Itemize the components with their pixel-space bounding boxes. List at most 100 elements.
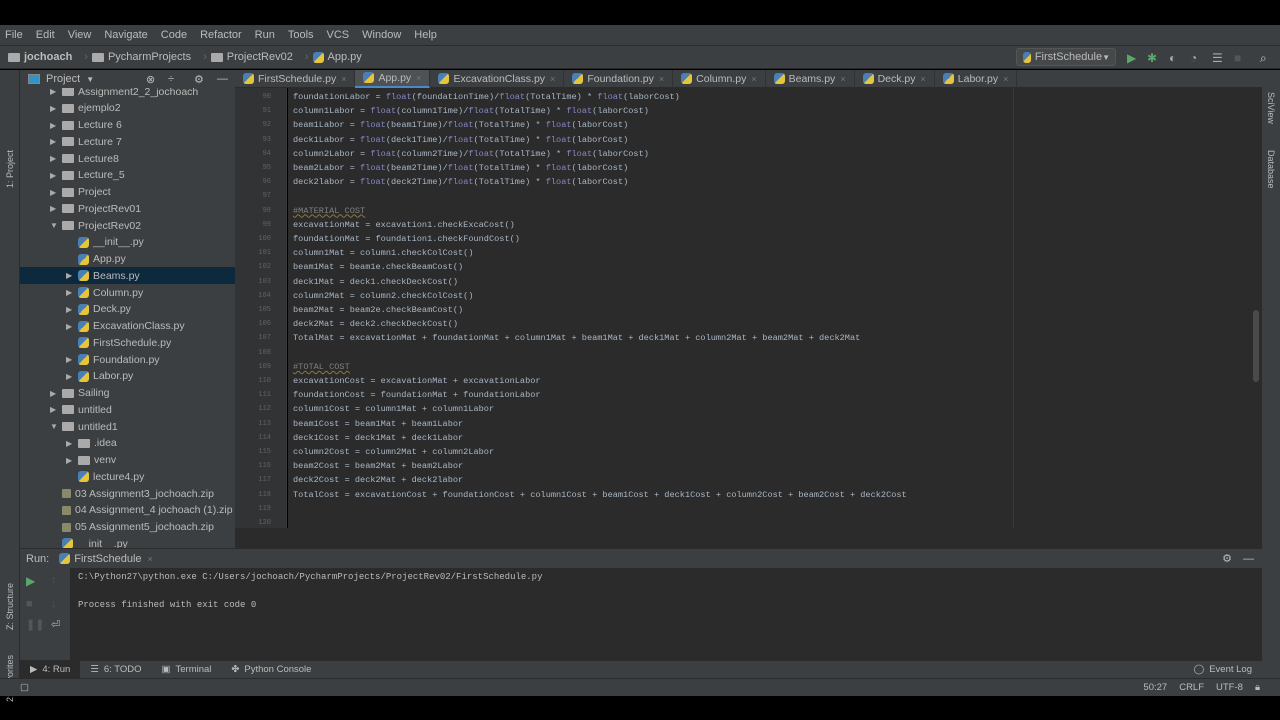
tree-item[interactable]: ▶ untitled [20, 401, 235, 418]
tree-item[interactable]: ▶ Column.py [20, 284, 235, 301]
close-icon[interactable]: × [840, 74, 845, 84]
tab-firstschedule[interactable]: FirstSchedule.py × [235, 69, 356, 88]
chevron-down-icon[interactable]: ▼ [50, 221, 62, 230]
chevron-right-icon[interactable]: ▶ [50, 188, 62, 197]
chevron-right-icon[interactable]: ▶ [66, 288, 78, 297]
close-icon[interactable]: × [148, 554, 153, 564]
chevron-right-icon[interactable]: ▶ [66, 322, 78, 331]
chevron-right-icon[interactable]: ▶ [66, 305, 78, 314]
menu-refactor[interactable]: Refactor [200, 29, 242, 41]
tree-item[interactable]: ▶ Beams.py [20, 267, 235, 285]
lock-icon[interactable]: 🔒︎ [1255, 682, 1260, 693]
editor-scrollbar[interactable] [1250, 88, 1262, 528]
tree-item[interactable]: ▼ ProjectRev02 [20, 217, 235, 234]
close-icon[interactable]: × [416, 73, 421, 83]
stop-icon[interactable]: ■ [1234, 51, 1241, 65]
chevron-right-icon[interactable]: ▶ [50, 104, 62, 113]
chevron-right-icon[interactable]: ▶ [66, 355, 78, 364]
run-console[interactable]: C:\Python27\python.exe C:/Users/jochoach… [20, 568, 1262, 660]
tree-item[interactable]: 03 Assignment3_jochoach.zip [20, 485, 235, 502]
menu-window[interactable]: Window [362, 29, 401, 41]
down-icon[interactable]: ↓ [51, 598, 57, 610]
tool-tab-terminal[interactable]: ▣ Terminal [152, 661, 222, 679]
tree-item[interactable]: ▶ ExcavationClass.py [20, 318, 235, 335]
close-icon[interactable]: × [1003, 74, 1008, 84]
tree-item[interactable]: ▶ Assignment2_2_jochoach [20, 88, 235, 100]
breadcrumb-jochoach[interactable]: jochoach [8, 51, 72, 63]
close-icon[interactable]: × [751, 74, 756, 84]
chevron-right-icon[interactable]: ▶ [66, 271, 78, 280]
coverage-icon[interactable]: ◐ [1169, 51, 1176, 65]
profile-icon[interactable]: ◔ [1190, 51, 1197, 65]
tab-labor[interactable]: Labor.py × [935, 69, 1018, 88]
tree-item[interactable]: ▶ Project [20, 184, 235, 201]
chevron-right-icon[interactable]: ▶ [66, 439, 78, 448]
tab-app[interactable]: App.py × [355, 69, 431, 88]
tree-item[interactable]: __init__.py [20, 535, 235, 548]
run-config-select[interactable]: FirstSchedule ▼ [1016, 48, 1116, 66]
close-icon[interactable]: × [921, 74, 926, 84]
event-log-button[interactable]: ◯ Event Log [1184, 661, 1262, 679]
chevron-down-icon[interactable]: ▼ [50, 422, 62, 431]
tree-item[interactable]: ▶ Lecture_5 [20, 167, 235, 184]
chevron-right-icon[interactable]: ▶ [50, 171, 62, 180]
chevron-right-icon[interactable]: ▶ [50, 88, 62, 96]
tree-item[interactable]: ▶ Sailing [20, 385, 235, 402]
menu-tools[interactable]: Tools [288, 29, 314, 41]
tree-item[interactable]: lecture4.py [20, 468, 235, 485]
locate-icon[interactable]: ⊗ [146, 73, 155, 86]
tree-item[interactable]: ▶ Deck.py [20, 301, 235, 318]
tab-excavationclass[interactable]: ExcavationClass.py × [430, 69, 565, 88]
breadcrumb-projectrev02[interactable]: ProjectRev02 [210, 51, 293, 63]
structure-strip-button[interactable]: Z: Structure [5, 583, 15, 630]
chevron-right-icon[interactable]: ▶ [50, 137, 62, 146]
tree-item[interactable]: ▶ ProjectRev01 [20, 200, 235, 217]
up-icon[interactable]: ↑ [51, 574, 57, 586]
chevron-right-icon[interactable]: ▶ [50, 204, 62, 213]
breadcrumb-pycharmprojects[interactable]: PycharmProjects [91, 51, 191, 63]
chevron-right-icon[interactable]: ▶ [50, 121, 62, 130]
tree-item[interactable]: ▶ Lecture 7 [20, 133, 235, 150]
pause-icon[interactable]: ❚❚ [26, 618, 44, 631]
stop-icon[interactable]: ■ [26, 598, 33, 610]
tree-item[interactable]: App.py [20, 251, 235, 268]
menu-edit[interactable]: Edit [36, 29, 55, 41]
tree-item[interactable]: ▶ Labor.py [20, 368, 235, 385]
tree-item[interactable]: ▶ Lecture 6 [20, 117, 235, 134]
close-icon[interactable]: × [659, 74, 664, 84]
tab-deck[interactable]: Deck.py × [855, 69, 935, 88]
tree-item[interactable]: ▶ Lecture8 [20, 150, 235, 167]
concurrency-icon[interactable]: ☰ [1212, 51, 1223, 65]
scroll-thumb[interactable] [1253, 310, 1259, 382]
tab-foundation[interactable]: Foundation.py × [564, 69, 674, 88]
tree-item[interactable]: ▶ ejemplo2 [20, 100, 235, 117]
tree-item[interactable]: 04 Assignment_4 jochoach (1).zip [20, 502, 235, 519]
soft-wrap-icon[interactable]: ⏎ [51, 618, 60, 631]
tree-item[interactable]: __init__.py [20, 234, 235, 251]
rerun-icon[interactable]: ▶ [26, 574, 35, 588]
tree-item[interactable]: ▶ venv [20, 452, 235, 469]
debug-icon[interactable]: ✱ [1147, 51, 1157, 65]
chevron-right-icon[interactable]: ▶ [50, 154, 62, 163]
menu-code[interactable]: Code [161, 29, 187, 41]
chevron-right-icon[interactable]: ▶ [66, 456, 78, 465]
run-icon[interactable]: ▶ [1127, 51, 1136, 65]
menu-run[interactable]: Run [255, 29, 275, 41]
toggle-panels-icon[interactable]: ▢ [20, 682, 29, 693]
project-view-select[interactable]: Project [46, 73, 80, 85]
menu-vcs[interactable]: VCS [327, 29, 350, 41]
tree-item[interactable]: ▶ Foundation.py [20, 351, 235, 368]
code-editor[interactable]: foundationLabor = float(foundationTime)/… [288, 88, 1250, 528]
project-strip-button[interactable]: 1: Project [5, 150, 15, 188]
hide-icon[interactable]: — [217, 73, 228, 85]
close-icon[interactable]: × [341, 74, 346, 84]
tool-tab-todo[interactable]: ☰ 6: TODO [80, 661, 151, 679]
tree-item[interactable]: 05 Assignment5_jochoach.zip [20, 519, 235, 536]
tree-item[interactable]: FirstSchedule.py [20, 334, 235, 351]
chevron-right-icon[interactable]: ▶ [50, 389, 62, 398]
sciview-strip-button[interactable]: SciView [1266, 92, 1276, 124]
close-icon[interactable]: × [550, 74, 555, 84]
file-encoding[interactable]: UTF-8 [1216, 682, 1243, 693]
hide-icon[interactable]: — [1243, 553, 1254, 565]
tool-tab-run[interactable]: ▶ 4: Run [20, 660, 81, 679]
